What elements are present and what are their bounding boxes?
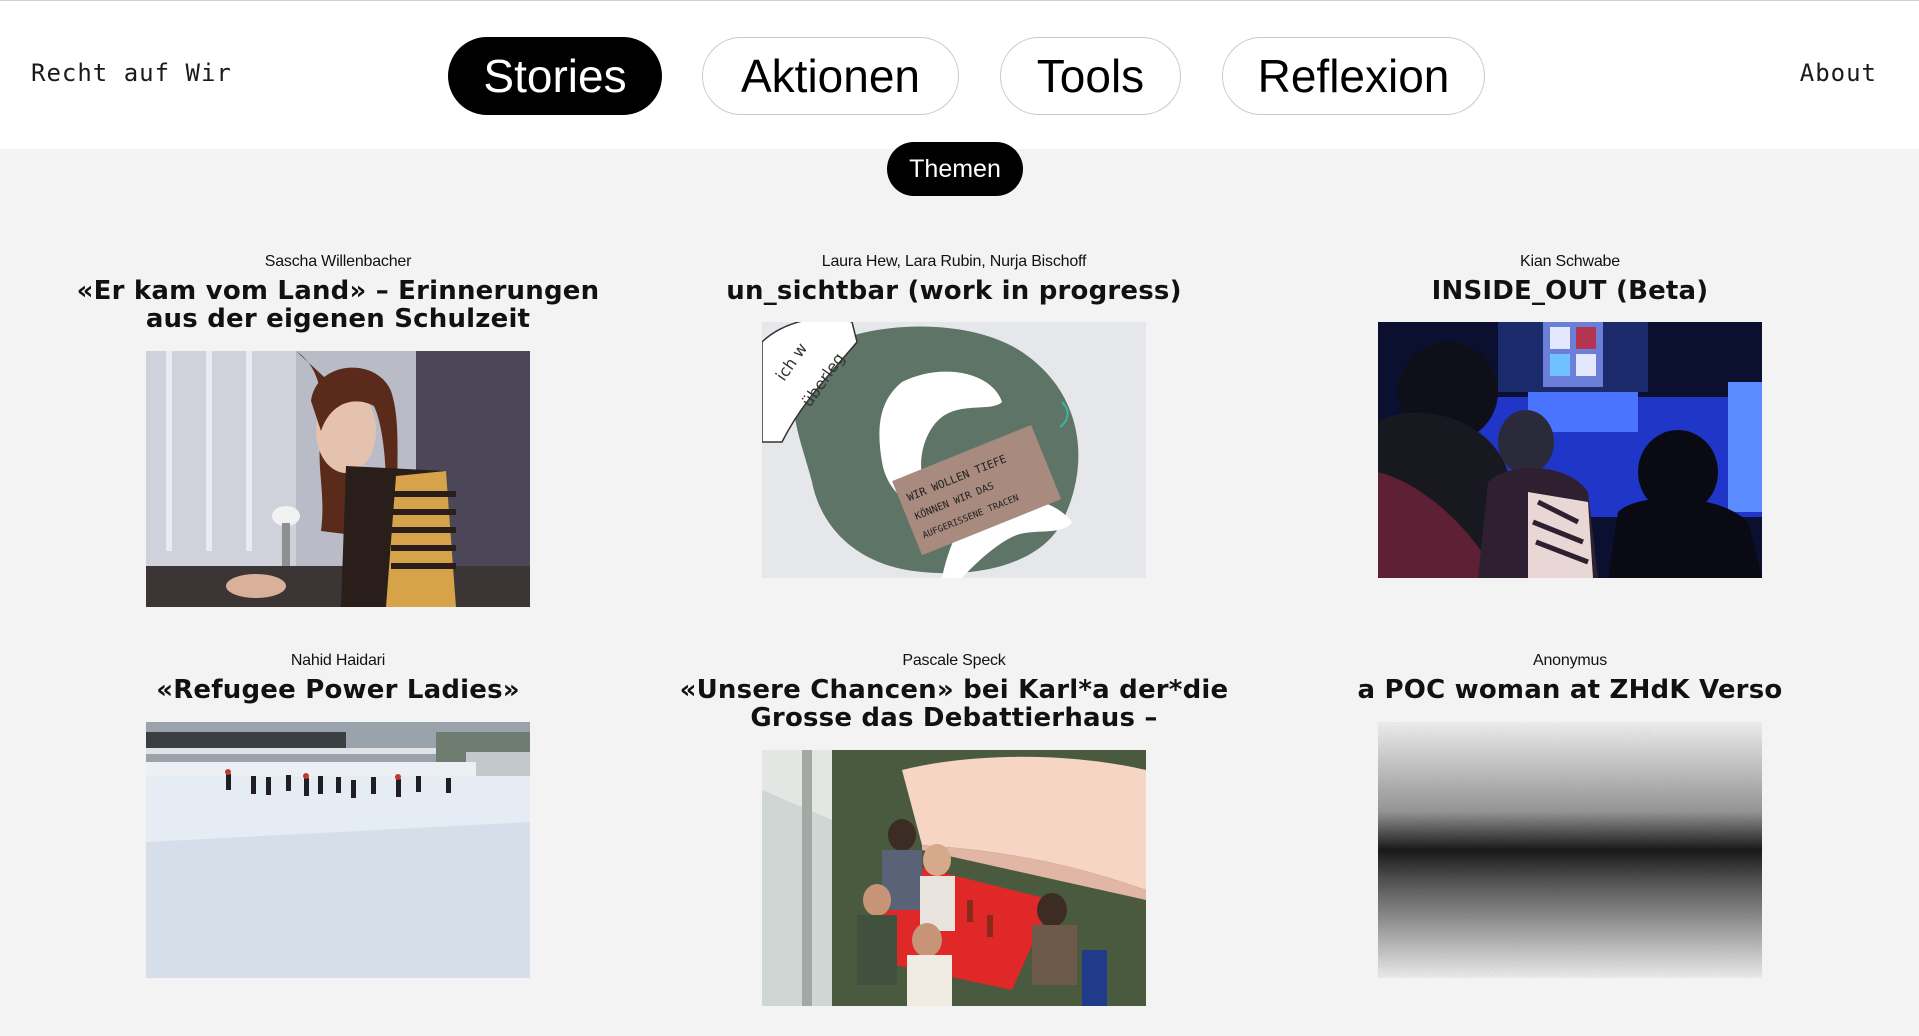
themen-filter-button[interactable]: Themen	[887, 142, 1023, 196]
card-author: Pascale Speck	[902, 652, 1006, 669]
nav-aktionen[interactable]: Aktionen	[702, 37, 959, 115]
story-card[interactable]: Anonymus a POC woman at ZHdK Verso	[1262, 651, 1878, 704]
card-title[interactable]: INSIDE_OUT (Beta)	[1262, 277, 1878, 305]
story-card[interactable]: Nahid Haidari «Refugee Power Ladies»	[30, 651, 646, 704]
site-title[interactable]: Recht auf Wir	[31, 59, 232, 87]
site-header: Recht auf Wir Stories Aktionen Tools Ref…	[0, 1, 1919, 149]
story-card[interactable]: Kian Schwabe INSIDE_OUT (Beta)	[1262, 252, 1878, 305]
card-author: Nahid Haidari	[290, 652, 386, 669]
nav-tools[interactable]: Tools	[1000, 37, 1181, 115]
card-author: Kian Schwabe	[1520, 253, 1620, 270]
story-card[interactable]: Laura Hew, Lara Rubin, Nurja Bischoff un…	[646, 252, 1262, 305]
about-link[interactable]: About	[1800, 59, 1877, 87]
card-image-portrait[interactable]	[146, 351, 530, 607]
card-image-noise[interactable]	[1378, 722, 1762, 978]
card-title[interactable]: «Er kam vom Land» – Erinnerungen aus der…	[30, 277, 646, 333]
story-card[interactable]: Pascale Speck «Unsere Chancen» bei Karl*…	[646, 651, 1262, 732]
card-image-stage[interactable]	[1378, 322, 1762, 578]
card-author: Anonymus	[1533, 652, 1607, 669]
card-author: Laura Hew, Lara Rubin, Nurja Bischoff	[821, 253, 1087, 270]
card-image-collage[interactable]: ich w überleg WIR WOLLEN TIEFE KÖNNEN WI…	[762, 322, 1146, 578]
card-title[interactable]: «Refugee Power Ladies»	[30, 676, 646, 704]
nav-reflexion[interactable]: Reflexion	[1222, 37, 1485, 115]
card-image-terrace[interactable]	[762, 750, 1146, 1006]
card-title[interactable]: a POC woman at ZHdK Verso	[1262, 676, 1878, 704]
story-card[interactable]: Sascha Willenbacher «Er kam vom Land» – …	[30, 252, 646, 333]
card-image-icerink[interactable]	[146, 722, 530, 978]
card-title[interactable]: «Unsere Chancen» bei Karl*a der*die Gros…	[646, 676, 1262, 732]
card-author: Sascha Willenbacher	[264, 253, 412, 270]
card-title[interactable]: un_sichtbar (work in progress)	[646, 277, 1262, 305]
nav-stories[interactable]: Stories	[448, 37, 662, 115]
